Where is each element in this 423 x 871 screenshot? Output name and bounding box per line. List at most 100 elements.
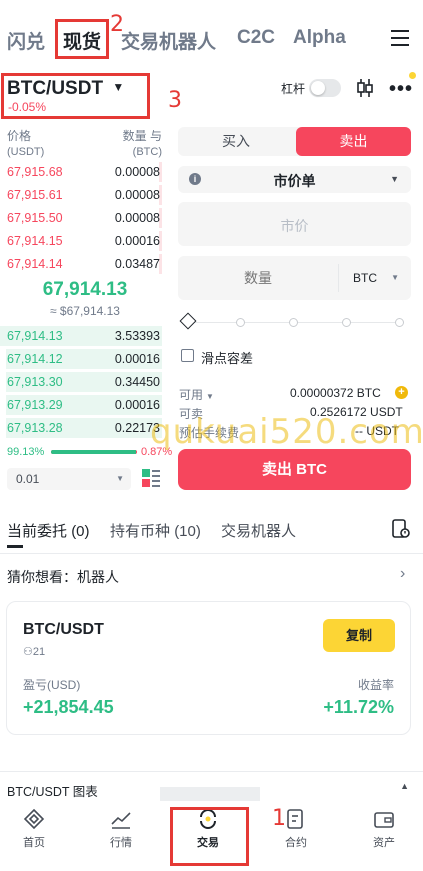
- wallet-icon: [374, 812, 394, 828]
- buy-ratio: 99.13%: [7, 446, 45, 458]
- tab-c2c[interactable]: C2C: [237, 27, 275, 49]
- annotation-label-3: 3: [168, 88, 182, 113]
- nav-assets[interactable]: 资产: [354, 808, 414, 850]
- ask-row[interactable]: 67,915.68 0.00008: [0, 161, 162, 183]
- slider-step-75[interactable]: [342, 318, 351, 327]
- precision-select[interactable]: 0.01 ▼: [7, 468, 131, 490]
- market-price-text: 市价: [280, 218, 309, 234]
- caret-down-icon: ▼: [391, 273, 399, 282]
- last-price[interactable]: 67,914.13: [0, 279, 170, 301]
- ask-qty: 0.00008: [114, 211, 160, 225]
- bid-price: 67,913.30: [7, 375, 63, 389]
- leverage-toggle[interactable]: [309, 79, 341, 97]
- qty-header[interactable]: 数量 与 (BTC): [100, 128, 162, 160]
- ask-row[interactable]: 67,915.61 0.00008: [0, 184, 162, 206]
- bid-qty: 3.53393: [114, 329, 160, 343]
- markets-icon: [111, 812, 131, 829]
- quantity-unit[interactable]: BTC: [353, 271, 377, 285]
- market-price-field: 市价: [178, 202, 411, 246]
- ask-qty: 0.00008: [114, 165, 160, 179]
- ask-qty: 0.00008: [114, 188, 160, 202]
- notification-dot: [409, 72, 416, 79]
- bid-qty: 0.34450: [114, 375, 160, 389]
- available-label[interactable]: 可用 ▼: [179, 386, 214, 403]
- home-icon: [23, 808, 45, 830]
- annotation-box-1: [170, 807, 249, 866]
- bid-price: 67,914.13: [7, 329, 63, 343]
- slippage-label[interactable]: 滑点容差: [201, 348, 253, 367]
- sell-submit-button[interactable]: 卖出 BTC: [178, 449, 411, 490]
- ask-price: 67,915.50: [7, 211, 63, 225]
- bid-price: 67,913.29: [7, 398, 63, 412]
- leverage-label: 杠杆: [281, 82, 306, 96]
- ask-price: 67,914.15: [7, 234, 63, 248]
- annotation-label-2: 2: [110, 12, 124, 37]
- ask-row[interactable]: 67,915.50 0.00008: [0, 207, 162, 229]
- ask-row[interactable]: 67,914.14 0.03487: [0, 253, 162, 275]
- annotation-box-2: [55, 19, 109, 59]
- caret-down-icon: ▼: [116, 474, 124, 483]
- users-icon: ⚇: [23, 646, 33, 658]
- book-layout-icon[interactable]: [142, 468, 160, 493]
- buy-tab[interactable]: 买入: [178, 127, 294, 156]
- bot-card[interactable]: BTC/USDT ⚇21 复制 盈亏(USD) +21,854.45 收益率 +…: [6, 601, 411, 735]
- candlestick-icon[interactable]: [356, 78, 374, 103]
- pnl-value: +21,854.45: [23, 697, 114, 717]
- side-switch: 买入 卖出: [178, 127, 411, 156]
- bid-row[interactable]: 67,913.30 0.34450: [0, 371, 162, 393]
- bot-users: ⚇21: [23, 646, 46, 658]
- chart-bar-title: BTC/USDT 图表: [7, 785, 98, 799]
- annotation-box-3: [1, 73, 150, 119]
- precision-value: 0.01: [16, 472, 40, 486]
- tab-alpha[interactable]: Alpha: [293, 27, 346, 49]
- ratio-bar: [51, 450, 137, 454]
- futures-icon: [287, 809, 303, 829]
- blurred-region: [160, 787, 260, 801]
- add-funds-icon[interactable]: +: [395, 386, 408, 399]
- pnl-label: 盈亏(USD): [23, 678, 81, 692]
- order-type-value: 市价单: [273, 173, 316, 189]
- menu-icon[interactable]: [391, 30, 409, 46]
- tab-open-orders[interactable]: 当前委托 (0): [7, 520, 90, 541]
- ask-price: 67,914.14: [7, 257, 63, 271]
- quantity-field[interactable]: BTC ▼: [178, 256, 411, 300]
- nav-home[interactable]: 首页: [4, 808, 64, 850]
- tab-convert[interactable]: 闪兑: [7, 27, 45, 54]
- quantity-input[interactable]: [178, 256, 338, 300]
- chart-toggle-bar[interactable]: BTC/USDT 图表 ▲: [0, 772, 423, 803]
- chevron-right-icon[interactable]: ›: [400, 565, 405, 583]
- bid-row[interactable]: 67,914.12 0.00016: [0, 348, 162, 370]
- more-icon[interactable]: •••: [389, 78, 413, 101]
- tab-trading-bot[interactable]: 交易机器人: [121, 27, 216, 54]
- bid-price: 67,913.28: [7, 421, 63, 435]
- yield-value: +11.72%: [323, 697, 394, 717]
- slippage-checkbox[interactable]: [181, 349, 194, 362]
- caret-up-icon: ▲: [400, 781, 409, 791]
- slider-handle[interactable]: [179, 312, 197, 330]
- price-header: 价格 (USDT): [7, 129, 45, 158]
- bid-row[interactable]: 67,913.29 0.00016: [0, 394, 162, 416]
- recommend-title: 猜你想看：机器人: [7, 569, 119, 585]
- copy-bot-button[interactable]: 复制: [323, 619, 395, 652]
- order-type-select[interactable]: i 市价单 ▼: [178, 166, 411, 193]
- slider-step-50[interactable]: [289, 318, 298, 327]
- available-value: 0.00000372 BTC: [290, 386, 381, 400]
- tab-holdings[interactable]: 持有币种 (10): [110, 520, 201, 541]
- bid-row[interactable]: 67,914.13 3.53393: [0, 325, 162, 347]
- tab-active-indicator: [7, 545, 23, 548]
- slider-step-25[interactable]: [236, 318, 245, 327]
- order-history-icon[interactable]: [392, 519, 410, 544]
- ask-qty: 0.03487: [114, 257, 160, 271]
- nav-markets[interactable]: 行情: [91, 808, 151, 850]
- ask-price: 67,915.61: [7, 188, 63, 202]
- bid-price: 67,914.12: [7, 352, 63, 366]
- bot-pair: BTC/USDT: [23, 621, 104, 638]
- watermark-text: qukuai520.com: [150, 412, 423, 452]
- ask-row[interactable]: 67,914.15 0.00016: [0, 230, 162, 252]
- sell-tab[interactable]: 卖出: [296, 127, 411, 156]
- bid-row[interactable]: 67,913.28 0.22173: [0, 417, 162, 439]
- annotation-label-1: 1: [272, 806, 286, 831]
- slider-step-100[interactable]: [395, 318, 404, 327]
- tab-bots[interactable]: 交易机器人: [221, 520, 296, 541]
- ask-price: 67,915.68: [7, 165, 63, 179]
